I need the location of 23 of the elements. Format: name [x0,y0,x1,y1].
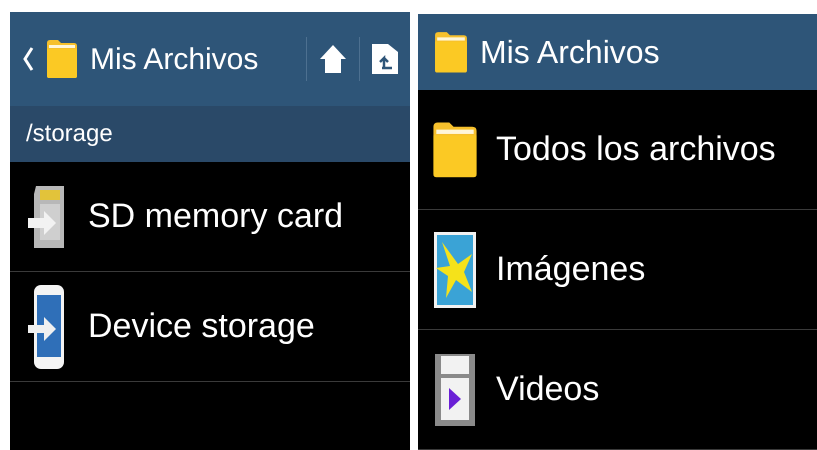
folder-icon [46,39,78,79]
header-title: Mis Archivos [90,42,258,78]
item-label: Imágenes [496,249,646,290]
list-item[interactable]: Device storage [10,272,410,382]
sd-card-icon [28,186,66,248]
header-title: Mis Archivos [480,33,660,72]
item-label: SD memory card [88,196,344,237]
item-label: Todos los archivos [496,129,776,170]
item-label: Videos [496,369,600,410]
list-item[interactable]: Todos los archivos [418,90,817,210]
list-item[interactable]: Imágenes [418,210,817,330]
list-item[interactable]: Videos [418,330,817,450]
folder-icon [432,120,478,178]
home-icon[interactable] [319,44,347,74]
back-icon[interactable] [22,46,34,72]
folder-icon [434,30,468,74]
film-icon [435,354,475,426]
item-label: Device storage [88,306,315,347]
phone-icon [28,284,66,368]
image-icon [434,232,476,308]
folder-up-icon[interactable] [372,44,398,74]
path-text: /storage [26,119,113,149]
list-item[interactable]: SD memory card [10,162,410,272]
